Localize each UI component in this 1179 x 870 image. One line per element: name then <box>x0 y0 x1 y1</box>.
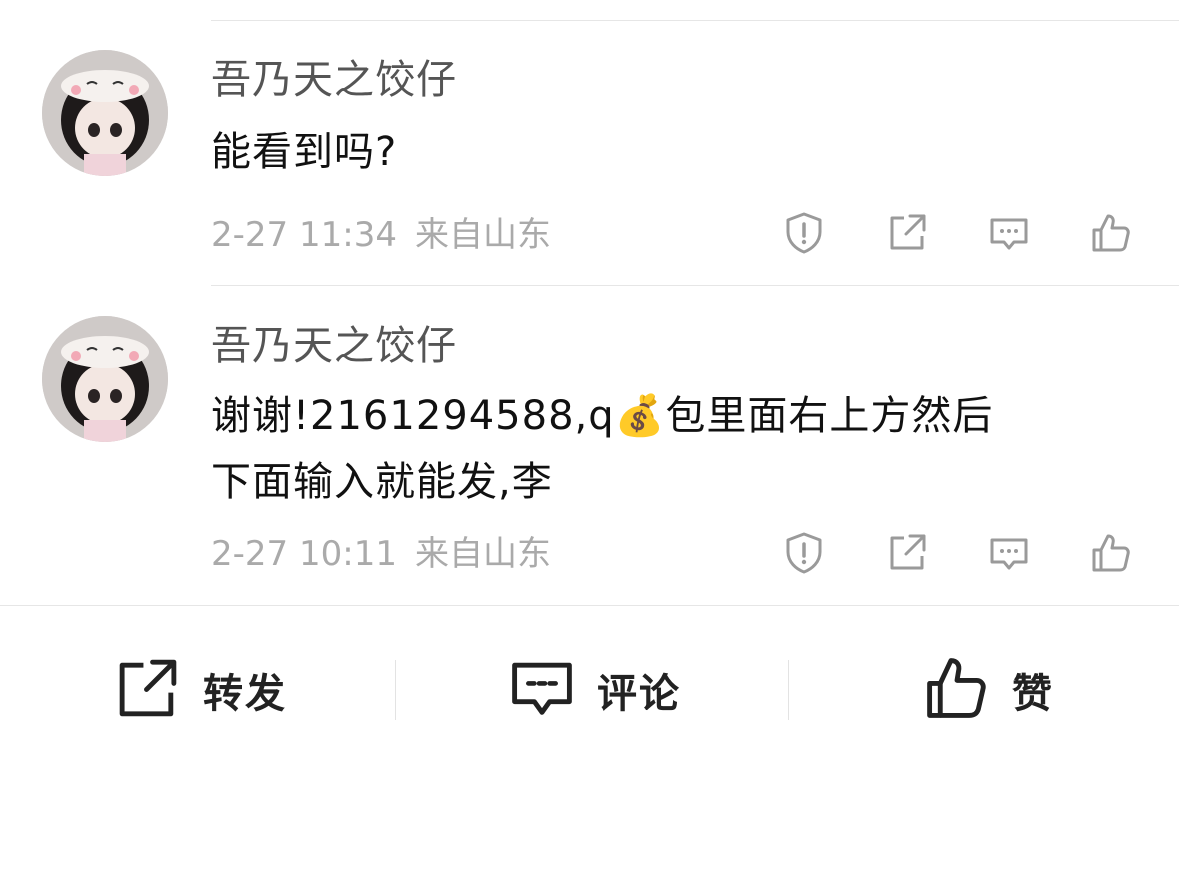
report-icon[interactable] <box>781 210 827 256</box>
comment-time: 2-27 10:11 <box>211 534 397 574</box>
like-icon[interactable] <box>1088 530 1134 576</box>
comment-button[interactable]: 评论 <box>507 655 681 725</box>
report-icon[interactable] <box>781 530 827 576</box>
avatar[interactable] <box>42 316 168 442</box>
like-button[interactable]: 赞 <box>922 655 1054 725</box>
comment-item: 吾乃天之饺仔 谢谢!2161294588,q💰包里面右上方然后 下面输入就能发,… <box>0 285 1179 605</box>
like-icon[interactable] <box>1088 210 1134 256</box>
reply-icon[interactable] <box>986 210 1032 256</box>
comment-item: 吾乃天之饺仔 能看到吗? 2-27 11:34 来自山东 <box>0 0 1179 285</box>
comment-text-line: 下面输入就能发,李 <box>211 459 553 505</box>
comment-bubble-icon <box>507 653 577 727</box>
avatar-image <box>42 50 168 176</box>
reply-icon[interactable] <box>986 530 1032 576</box>
bar-separator <box>788 660 789 720</box>
comment-text: 能看到吗? <box>211 129 398 175</box>
comment-location: 来自山东 <box>414 534 551 574</box>
bar-separator <box>395 660 396 720</box>
like-label: 赞 <box>1012 671 1054 717</box>
comment-time: 2-27 11:34 <box>211 215 397 255</box>
username[interactable]: 吾乃天之饺仔 <box>211 326 457 366</box>
share-icon[interactable] <box>884 210 930 256</box>
share-icon[interactable] <box>884 530 930 576</box>
avatar-image <box>42 316 168 442</box>
comment-label: 评论 <box>597 671 681 717</box>
bottom-action-bar: 转发 评论 赞 <box>0 605 1179 775</box>
comment-meta: 2-27 11:34 来自山东 <box>211 218 551 252</box>
repost-label: 转发 <box>203 671 287 717</box>
comment-text-line: 谢谢!2161294588,q💰包里面右上方然后 <box>211 393 994 439</box>
comment-location: 来自山东 <box>414 215 551 255</box>
avatar[interactable] <box>42 50 168 176</box>
repost-icon <box>113 653 183 727</box>
thumbs-up-icon <box>922 653 992 727</box>
repost-button[interactable]: 转发 <box>113 655 287 725</box>
comment-meta: 2-27 10:11 来自山东 <box>211 537 551 571</box>
comment-text: 谢谢!2161294588,q💰包里面右上方然后 下面输入就能发,李 <box>211 383 1131 515</box>
username[interactable]: 吾乃天之饺仔 <box>211 60 457 100</box>
